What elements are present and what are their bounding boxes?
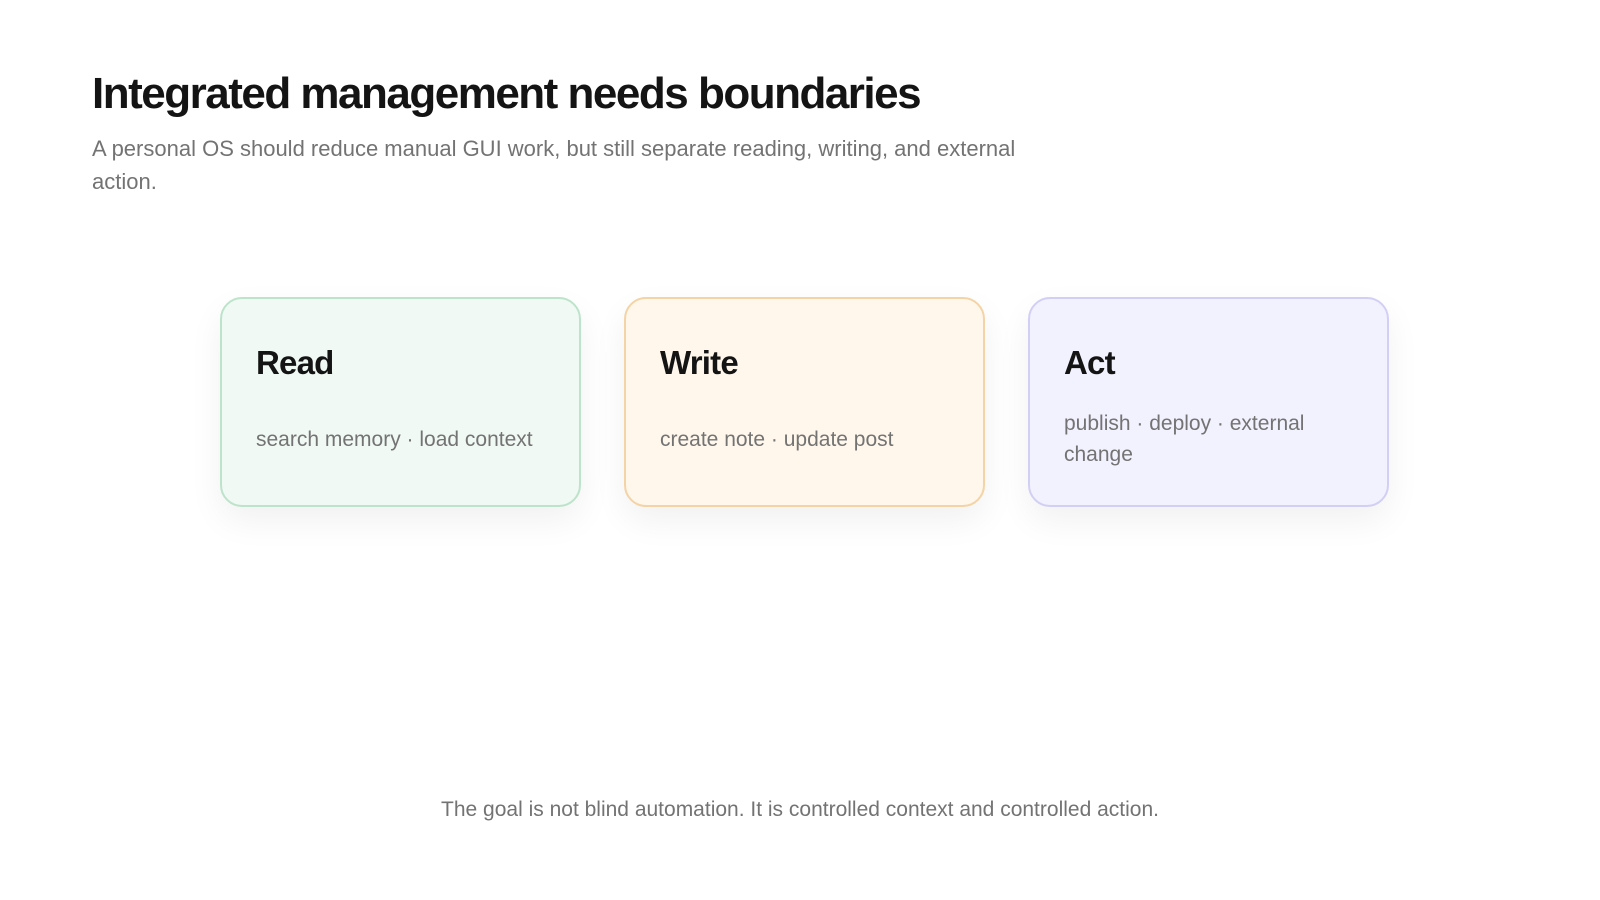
card-read-title: Read [256,344,334,381]
footer-caption: The goal is not blind automation. It is … [441,798,1159,821]
card-read-body: search memory · load context [256,427,533,451]
page-subtitle: A personal OS should reduce manual GUI w… [92,136,1016,194]
card-read: Read search memory · load context [220,297,581,507]
card-write-title: Write [660,344,739,381]
card-act: Act publish · deploy · external change [1028,297,1389,507]
card-row: Read search memory · load context Write … [220,297,1389,507]
card-write: Write create note · update post [624,297,985,507]
card-act-title: Act [1064,344,1116,381]
page-title: Integrated management needs boundaries [92,69,922,118]
slide: Integrated management needs boundaries A… [0,0,1600,900]
card-write-body: create note · update post [660,427,894,451]
card-act-body: publish · deploy · external change [1064,412,1305,466]
